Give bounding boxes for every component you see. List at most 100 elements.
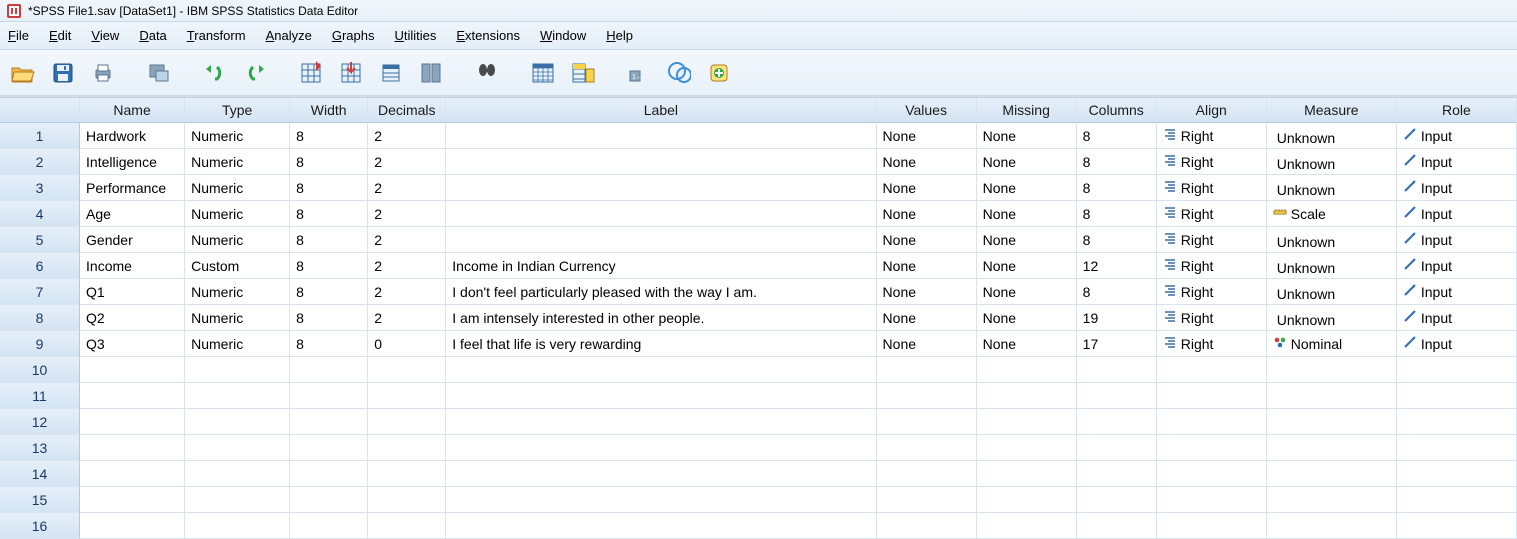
menu-analyze[interactable]: Analyze xyxy=(266,28,312,43)
cell-values[interactable] xyxy=(877,409,977,435)
menu-view[interactable]: View xyxy=(91,28,119,43)
cell-name[interactable] xyxy=(80,513,185,539)
cell-decimals[interactable]: 2 xyxy=(368,279,446,305)
cell-align[interactable]: Right xyxy=(1157,331,1267,357)
cell-align[interactable]: Right xyxy=(1157,123,1267,149)
cell-type[interactable]: Custom xyxy=(185,253,290,279)
cell-values[interactable]: None xyxy=(877,175,977,201)
cell-name[interactable]: Intelligence xyxy=(80,149,185,175)
row-header[interactable]: 8 xyxy=(0,305,80,331)
col-align[interactable]: Align xyxy=(1157,97,1267,123)
cell-measure[interactable]: Scale xyxy=(1267,201,1397,227)
cell-role[interactable]: Input xyxy=(1397,331,1517,357)
cell-label[interactable]: I don't feel particularly pleased with t… xyxy=(446,279,876,305)
col-type[interactable]: Type xyxy=(185,97,290,123)
cell-columns[interactable]: 8 xyxy=(1077,201,1157,227)
cell-role[interactable]: Input xyxy=(1397,149,1517,175)
cell-measure[interactable]: Unknown xyxy=(1267,227,1397,253)
cell-width[interactable] xyxy=(290,513,368,539)
cell-missing[interactable] xyxy=(977,409,1077,435)
cell-missing[interactable]: None xyxy=(977,331,1077,357)
cell-role[interactable]: Input xyxy=(1397,175,1517,201)
cell-align[interactable] xyxy=(1157,435,1267,461)
cell-columns[interactable]: 8 xyxy=(1077,123,1157,149)
cell-label[interactable] xyxy=(446,227,876,253)
cell-decimals[interactable] xyxy=(368,409,446,435)
cell-align[interactable]: Right xyxy=(1157,175,1267,201)
cell-role[interactable] xyxy=(1397,513,1517,539)
cell-label[interactable]: Income in Indian Currency xyxy=(446,253,876,279)
cell-type[interactable]: Numeric xyxy=(185,227,290,253)
goto-case-button[interactable] xyxy=(294,56,328,90)
cell-role[interactable] xyxy=(1397,409,1517,435)
row-header[interactable]: 4 xyxy=(0,201,80,227)
cell-role[interactable]: Input xyxy=(1397,123,1517,149)
cell-columns[interactable]: 8 xyxy=(1077,279,1157,305)
cell-name[interactable] xyxy=(80,461,185,487)
cell-align[interactable] xyxy=(1157,357,1267,383)
cell-role[interactable]: Input xyxy=(1397,253,1517,279)
menu-transform[interactable]: Transform xyxy=(187,28,246,43)
cell-decimals[interactable]: 2 xyxy=(368,305,446,331)
cell-decimals[interactable]: 2 xyxy=(368,175,446,201)
cell-label[interactable] xyxy=(446,513,876,539)
cell-width[interactable]: 8 xyxy=(290,123,368,149)
cell-decimals[interactable]: 2 xyxy=(368,253,446,279)
col-name[interactable]: Name xyxy=(80,97,185,123)
cell-missing[interactable]: None xyxy=(977,227,1077,253)
cell-missing[interactable] xyxy=(977,435,1077,461)
cell-name[interactable]: Age xyxy=(80,201,185,227)
cell-width[interactable] xyxy=(290,435,368,461)
cell-name[interactable]: Q3 xyxy=(80,331,185,357)
cell-label[interactable]: I am intensely interested in other peopl… xyxy=(446,305,876,331)
cell-align[interactable]: Right xyxy=(1157,305,1267,331)
cell-measure[interactable]: Unknown xyxy=(1267,123,1397,149)
cell-align[interactable]: Right xyxy=(1157,253,1267,279)
cell-type[interactable]: Numeric xyxy=(185,331,290,357)
open-button[interactable] xyxy=(6,56,40,90)
cell-name[interactable] xyxy=(80,435,185,461)
col-role[interactable]: Role xyxy=(1397,97,1517,123)
cell-decimals[interactable]: 0 xyxy=(368,331,446,357)
row-header[interactable]: 16 xyxy=(0,513,80,539)
cell-columns[interactable] xyxy=(1077,383,1157,409)
cell-decimals[interactable]: 2 xyxy=(368,201,446,227)
cell-type[interactable] xyxy=(185,461,290,487)
cell-measure[interactable]: Unknown xyxy=(1267,305,1397,331)
cell-align[interactable] xyxy=(1157,461,1267,487)
cell-values[interactable] xyxy=(877,383,977,409)
goto-variable-button[interactable] xyxy=(334,56,368,90)
split-file-button[interactable] xyxy=(526,56,560,90)
cell-values[interactable] xyxy=(877,487,977,513)
col-missing[interactable]: Missing xyxy=(977,97,1077,123)
row-header[interactable]: 10 xyxy=(0,357,80,383)
cell-name[interactable]: Hardwork xyxy=(80,123,185,149)
cell-decimals[interactable]: 2 xyxy=(368,227,446,253)
undo-button[interactable] xyxy=(198,56,232,90)
cell-type[interactable]: Numeric xyxy=(185,201,290,227)
row-header[interactable]: 5 xyxy=(0,227,80,253)
cell-type[interactable] xyxy=(185,435,290,461)
cell-decimals[interactable] xyxy=(368,461,446,487)
col-values[interactable]: Values xyxy=(877,97,977,123)
cell-missing[interactable] xyxy=(977,383,1077,409)
find-button[interactable] xyxy=(470,56,504,90)
cell-decimals[interactable]: 2 xyxy=(368,149,446,175)
cell-values[interactable]: None xyxy=(877,331,977,357)
cell-label[interactable] xyxy=(446,383,876,409)
cell-missing[interactable]: None xyxy=(977,305,1077,331)
cell-missing[interactable]: None xyxy=(977,253,1077,279)
cell-type[interactable]: Numeric xyxy=(185,123,290,149)
row-header[interactable]: 14 xyxy=(0,461,80,487)
cell-missing[interactable]: None xyxy=(977,149,1077,175)
cell-measure[interactable]: Unknown xyxy=(1267,253,1397,279)
cell-measure[interactable] xyxy=(1267,487,1397,513)
row-header[interactable]: 3 xyxy=(0,175,80,201)
cell-role[interactable]: Input xyxy=(1397,279,1517,305)
row-header[interactable]: 6 xyxy=(0,253,80,279)
col-columns[interactable]: Columns xyxy=(1077,97,1157,123)
cell-align[interactable] xyxy=(1157,513,1267,539)
cell-columns[interactable] xyxy=(1077,513,1157,539)
cell-role[interactable] xyxy=(1397,383,1517,409)
cell-columns[interactable] xyxy=(1077,357,1157,383)
